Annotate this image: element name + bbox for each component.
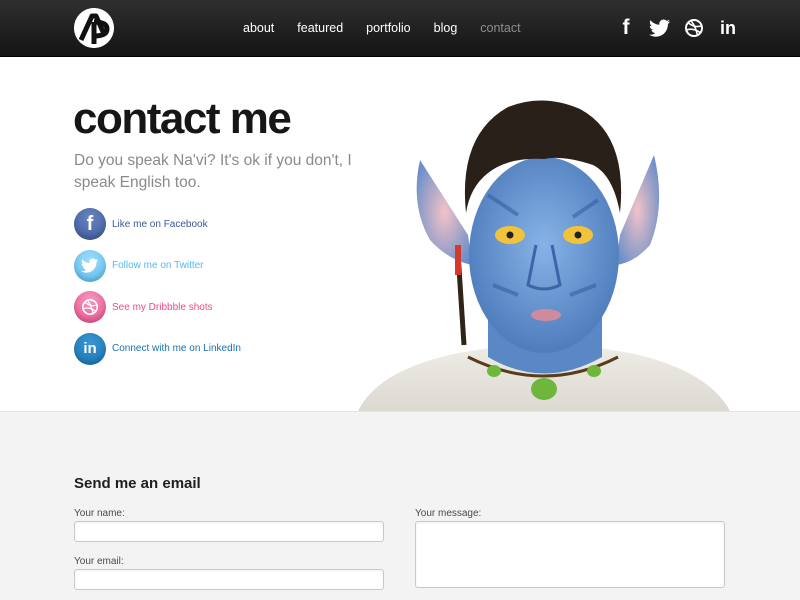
nav-portfolio[interactable]: portfolio <box>366 21 410 35</box>
name-label: Your name: <box>74 508 125 519</box>
nav-blog[interactable]: blog <box>434 21 458 35</box>
hero-section: contact me Do you speak Na'vi? It's ok i… <box>0 57 800 411</box>
facebook-link[interactable]: f Like me on Facebook <box>74 208 241 240</box>
twitter-link-label[interactable]: Follow me on Twitter <box>112 260 204 271</box>
dribbble-icon[interactable] <box>74 291 106 323</box>
header-social-links: f in <box>614 16 750 39</box>
ap-logo-icon[interactable] <box>74 8 114 48</box>
twitter-bird-icon[interactable] <box>648 17 672 39</box>
dribbble-icon[interactable] <box>682 17 706 39</box>
facebook-icon[interactable]: f <box>614 16 638 39</box>
social-links-list: f Like me on Facebook Follow me on Twitt… <box>74 208 241 374</box>
main-nav: about featured portfolio blog contact <box>243 21 544 35</box>
page-title: contact me <box>73 94 292 143</box>
email-label: Your email: <box>74 556 124 567</box>
email-form-section: Send me an email Your name: Your email: … <box>0 411 800 600</box>
linkedin-link[interactable]: in Connect with me on LinkedIn <box>74 332 241 365</box>
twitter-icon[interactable] <box>74 249 106 282</box>
site-header: about featured portfolio blog contact f … <box>0 0 800 57</box>
dribbble-link-label[interactable]: See my Dribbble shots <box>112 302 213 313</box>
nav-contact[interactable]: contact <box>480 21 520 35</box>
email-field[interactable] <box>74 569 384 590</box>
nav-featured[interactable]: featured <box>297 21 343 35</box>
page-subtitle: Do you speak Na'vi? It's ok if you don't… <box>74 152 352 191</box>
linkedin-icon[interactable]: in <box>716 17 740 39</box>
facebook-icon[interactable]: f <box>74 208 106 240</box>
nav-about[interactable]: about <box>243 21 274 35</box>
message-label: Your message: <box>415 508 482 519</box>
linkedin-link-label[interactable]: Connect with me on LinkedIn <box>112 343 241 354</box>
message-field[interactable] <box>415 521 725 588</box>
linkedin-icon[interactable]: in <box>74 332 106 365</box>
navi-avatar-portrait <box>358 100 730 411</box>
name-field[interactable] <box>74 521 384 542</box>
facebook-link-label[interactable]: Like me on Facebook <box>112 219 208 230</box>
form-heading: Send me an email <box>74 475 201 492</box>
twitter-link[interactable]: Follow me on Twitter <box>74 249 241 282</box>
dribbble-link[interactable]: See my Dribbble shots <box>74 291 241 323</box>
